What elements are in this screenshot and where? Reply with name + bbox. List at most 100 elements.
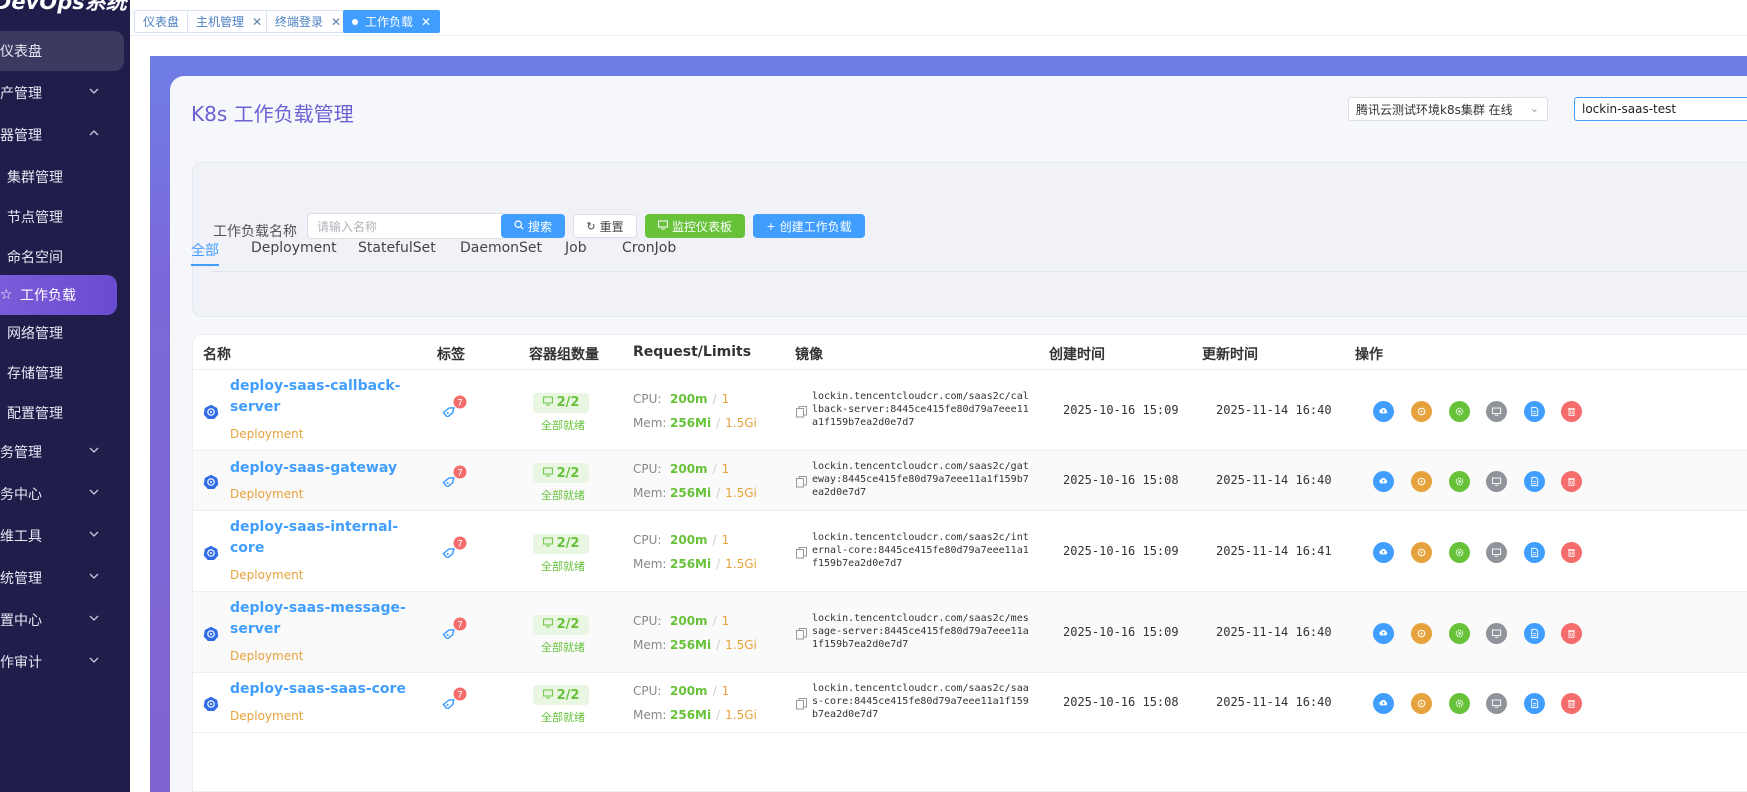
mem-request: 256Mi [670, 637, 712, 652]
sidebar-item-3[interactable]: 集群管理 [0, 157, 124, 197]
document-action-button[interactable] [1524, 471, 1545, 492]
cloud-upload-icon [1379, 477, 1388, 484]
sidebar-item-7[interactable]: 网络管理 [0, 313, 124, 353]
scale-action-button[interactable] [1411, 400, 1432, 422]
cloud-upload-action-button[interactable] [1373, 622, 1394, 644]
delete-action-button[interactable] [1561, 471, 1582, 492]
pod-count: 2/2 [556, 617, 580, 632]
labels-tag-icon[interactable]: 7 [442, 687, 470, 711]
page-tab-1[interactable]: 主机管理 ✕ [187, 10, 272, 33]
create-workload-button[interactable]: + 创建工作负载 [753, 214, 865, 238]
labels-tag-icon[interactable]: 7 [442, 395, 470, 418]
sidebar-item-12[interactable]: 维工具 [0, 516, 124, 556]
cloud-upload-action-button[interactable] [1373, 693, 1394, 714]
document-action-button[interactable] [1524, 541, 1545, 563]
scale-action-button[interactable] [1411, 693, 1432, 714]
tab-2[interactable]: StatefulSet [358, 240, 436, 256]
cpu-request: 200m [670, 532, 708, 547]
document-action-button[interactable] [1524, 400, 1545, 422]
close-icon[interactable]: ✕ [421, 15, 431, 29]
mem-request: 256Mi [670, 415, 712, 430]
sidebar-item-1[interactable]: 产管理 [0, 73, 124, 113]
terminal-action-button[interactable] [1486, 622, 1507, 644]
settings-action-button[interactable] [1449, 693, 1470, 714]
delete-action-button[interactable] [1561, 541, 1582, 563]
copy-icon[interactable] [796, 627, 807, 640]
workload-name-input[interactable]: 请输入名称 [307, 213, 505, 239]
settings-action-button[interactable] [1449, 471, 1470, 492]
delete-action-button[interactable] [1561, 400, 1582, 422]
page-tab-label: 仪表盘 [143, 15, 180, 29]
settings-action-button[interactable] [1449, 622, 1470, 644]
tag-count-badge: 7 [457, 691, 463, 701]
sidebar-item-9[interactable]: 配置管理 [0, 393, 124, 433]
copy-icon[interactable] [796, 698, 807, 710]
labels-tag-icon[interactable]: 7 [442, 617, 470, 640]
terminal-action-button[interactable] [1486, 400, 1507, 422]
document-action-button[interactable] [1524, 622, 1545, 644]
tab-5[interactable]: CronJob [622, 240, 676, 256]
close-icon[interactable]: ✕ [252, 15, 262, 29]
column-header-7: 操作 [1355, 347, 1383, 363]
scale-icon [1417, 699, 1426, 708]
sidebar-item-15[interactable]: 作审计 [0, 642, 124, 682]
scale-action-button[interactable] [1411, 541, 1432, 563]
cluster-select[interactable]: 腾讯云测试环境k8s集群 在线 ⌄ [1348, 97, 1548, 121]
monitor-dashboard-button[interactable]: 监控仪表板 [645, 214, 745, 238]
delete-action-button[interactable] [1561, 693, 1582, 714]
sidebar-item-0[interactable]: 仪表盘 [0, 31, 124, 71]
sidebar-item-2[interactable]: 器管理 [0, 115, 124, 155]
sidebar-item-8[interactable]: 存储管理 [0, 353, 124, 393]
settings-action-button[interactable] [1449, 541, 1470, 563]
sidebar-item-13[interactable]: 统管理 [0, 558, 124, 598]
cloud-upload-action-button[interactable] [1373, 541, 1394, 563]
tab-1[interactable]: Deployment [251, 240, 337, 256]
workload-name-link[interactable]: deploy-saas-callback-server [230, 376, 410, 418]
copy-icon[interactable] [796, 405, 807, 418]
search-button[interactable]: 搜索 [501, 214, 565, 238]
sidebar-item-10[interactable]: 务管理 [0, 432, 124, 472]
sidebar-item-14[interactable]: 置中心 [0, 600, 124, 640]
copy-icon[interactable] [796, 476, 807, 488]
sidebar-item-5[interactable]: 命名空间 [0, 237, 124, 277]
document-action-button[interactable] [1524, 693, 1545, 714]
mem-request-limit: Mem: 256Mi / 1.5Gi [633, 557, 757, 571]
page-tab-3[interactable]: 工作负载 ✕ [343, 10, 441, 33]
close-icon[interactable]: ✕ [331, 15, 341, 29]
sidebar-item-label: 器管理 [0, 128, 42, 144]
sidebar-item-6[interactable]: ☆ 工作负载 [0, 275, 117, 315]
copy-icon[interactable] [796, 546, 807, 559]
workload-name-link[interactable]: deploy-saas-message-server [230, 598, 410, 640]
delete-action-button[interactable] [1561, 622, 1582, 644]
tab-4[interactable]: Job [565, 240, 587, 256]
page-tab-2[interactable]: 终端登录 ✕ [266, 10, 351, 33]
settings-action-button[interactable] [1449, 400, 1470, 422]
labels-tag-icon[interactable]: 7 [442, 536, 470, 559]
reset-button[interactable]: ↻ 重置 [573, 214, 637, 238]
labels-tag-icon[interactable]: 7 [442, 465, 470, 489]
terminal-action-button[interactable] [1486, 541, 1507, 563]
mem-request: 256Mi [670, 486, 712, 500]
scale-action-button[interactable] [1411, 471, 1432, 492]
column-header-1: 标签 [437, 347, 465, 363]
tab-0[interactable]: 全部 [191, 240, 219, 260]
delete-icon [1568, 629, 1575, 638]
terminal-action-button[interactable] [1486, 471, 1507, 492]
namespace-input[interactable]: lockin-saas-test [1574, 97, 1747, 121]
terminal-action-button[interactable] [1486, 693, 1507, 714]
workload-name-link[interactable]: deploy-saas-gateway [230, 458, 410, 479]
mem-label: Mem: [633, 556, 667, 571]
scale-action-button[interactable] [1411, 622, 1432, 644]
sidebar-item-4[interactable]: 节点管理 [0, 197, 124, 237]
workload-name-link[interactable]: deploy-saas-internal-core [230, 517, 410, 559]
page-tab-0[interactable]: 仪表盘 [134, 10, 189, 33]
tab-3[interactable]: DaemonSet [460, 240, 542, 256]
workload-name-link[interactable]: deploy-saas-saas-core [230, 679, 410, 700]
cloud-upload-action-button[interactable] [1373, 400, 1394, 422]
kubernetes-icon [203, 404, 219, 420]
reset-button-label: 重置 [599, 219, 624, 234]
cloud-upload-action-button[interactable] [1373, 471, 1394, 492]
sidebar-item-11[interactable]: 务中心 [0, 474, 124, 514]
pod-status: 全部就绪 [541, 418, 585, 432]
table-row: deploy-saas-callback-server Deployment 7 2/… [193, 370, 1747, 451]
